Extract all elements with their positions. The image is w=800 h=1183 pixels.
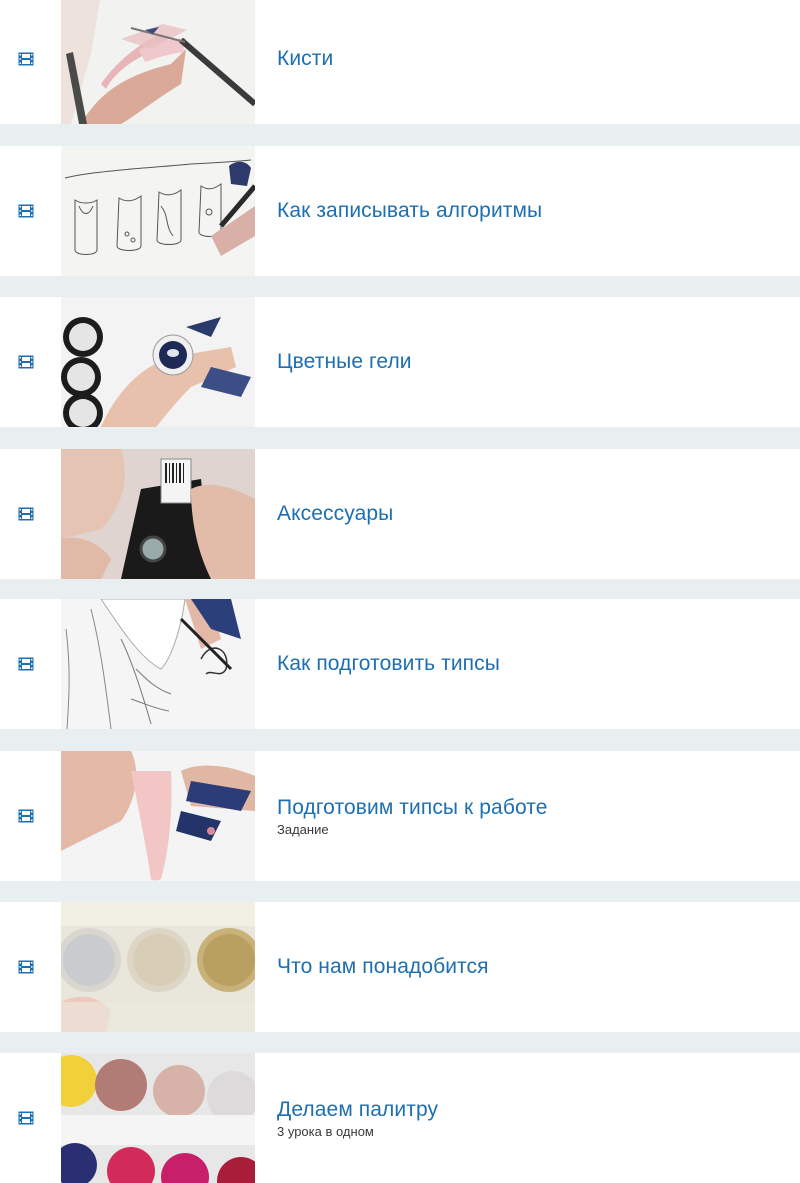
lesson-title[interactable]: Кисти <box>277 46 780 72</box>
lesson-title[interactable]: Подготовим типсы к работе <box>277 795 780 821</box>
lesson-text: Делаем палитру 3 урока в одном <box>277 1053 780 1183</box>
film-icon <box>18 1111 34 1125</box>
accessory-tool-thumbnail[interactable] <box>61 449 255 579</box>
lesson-subtitle: Задание <box>277 821 329 837</box>
lesson-text: Что нам понадобится <box>277 902 780 1032</box>
lesson-row-what-we-need[interactable]: Что нам понадобится <box>0 902 800 1032</box>
glitter-palette-thumbnail[interactable] <box>61 902 255 1032</box>
lesson-row-color-gels[interactable]: Цветные гели <box>0 297 800 427</box>
nail-sketch-thumbnail[interactable] <box>61 146 255 276</box>
lesson-title[interactable]: Как записывать алгоритмы <box>277 198 780 224</box>
film-icon <box>18 960 34 974</box>
lesson-text: Цветные гели <box>277 297 780 427</box>
film-icon <box>18 204 34 218</box>
lesson-row-tips-ready[interactable]: Подготовим типсы к работе Задание <box>0 751 800 881</box>
pink-tip-thumbnail[interactable] <box>61 751 255 881</box>
lesson-row-brushes[interactable]: Кисти <box>0 0 800 124</box>
film-icon <box>18 657 34 671</box>
lesson-title[interactable]: Что нам понадобится <box>277 954 780 980</box>
lesson-text: Аксессуары <box>277 449 780 579</box>
lesson-title[interactable]: Цветные гели <box>277 349 780 375</box>
film-icon <box>18 355 34 369</box>
lesson-row-prepare-tips[interactable]: Как подготовить типсы <box>0 599 800 729</box>
lesson-text: Подготовим типсы к работе Задание <box>277 751 780 881</box>
lesson-title[interactable]: Делаем палитру <box>277 1097 780 1123</box>
tips-drawing-thumbnail[interactable] <box>61 599 255 729</box>
lesson-text: Кисти <box>277 0 780 124</box>
lesson-row-accessories[interactable]: Аксессуары <box>0 449 800 579</box>
lesson-title[interactable]: Как подготовить типсы <box>277 651 780 677</box>
film-icon <box>18 809 34 823</box>
lesson-row-make-palette[interactable]: Делаем палитру 3 урока в одном <box>0 1053 800 1183</box>
lesson-list: Кисти Как записывать алгоритмы Цветные г… <box>0 0 800 1183</box>
film-icon <box>18 507 34 521</box>
film-icon <box>18 52 34 66</box>
lesson-text: Как записывать алгоритмы <box>277 146 780 276</box>
lesson-subtitle: 3 урока в одном <box>277 1123 374 1139</box>
gel-jars-thumbnail[interactable] <box>61 297 255 427</box>
lesson-row-algorithms[interactable]: Как записывать алгоритмы <box>0 146 800 276</box>
brush-nail-thumbnail[interactable] <box>61 0 255 124</box>
lesson-title[interactable]: Аксессуары <box>277 501 780 527</box>
lesson-text: Как подготовить типсы <box>277 599 780 729</box>
color-palette-thumbnail[interactable] <box>61 1053 255 1183</box>
